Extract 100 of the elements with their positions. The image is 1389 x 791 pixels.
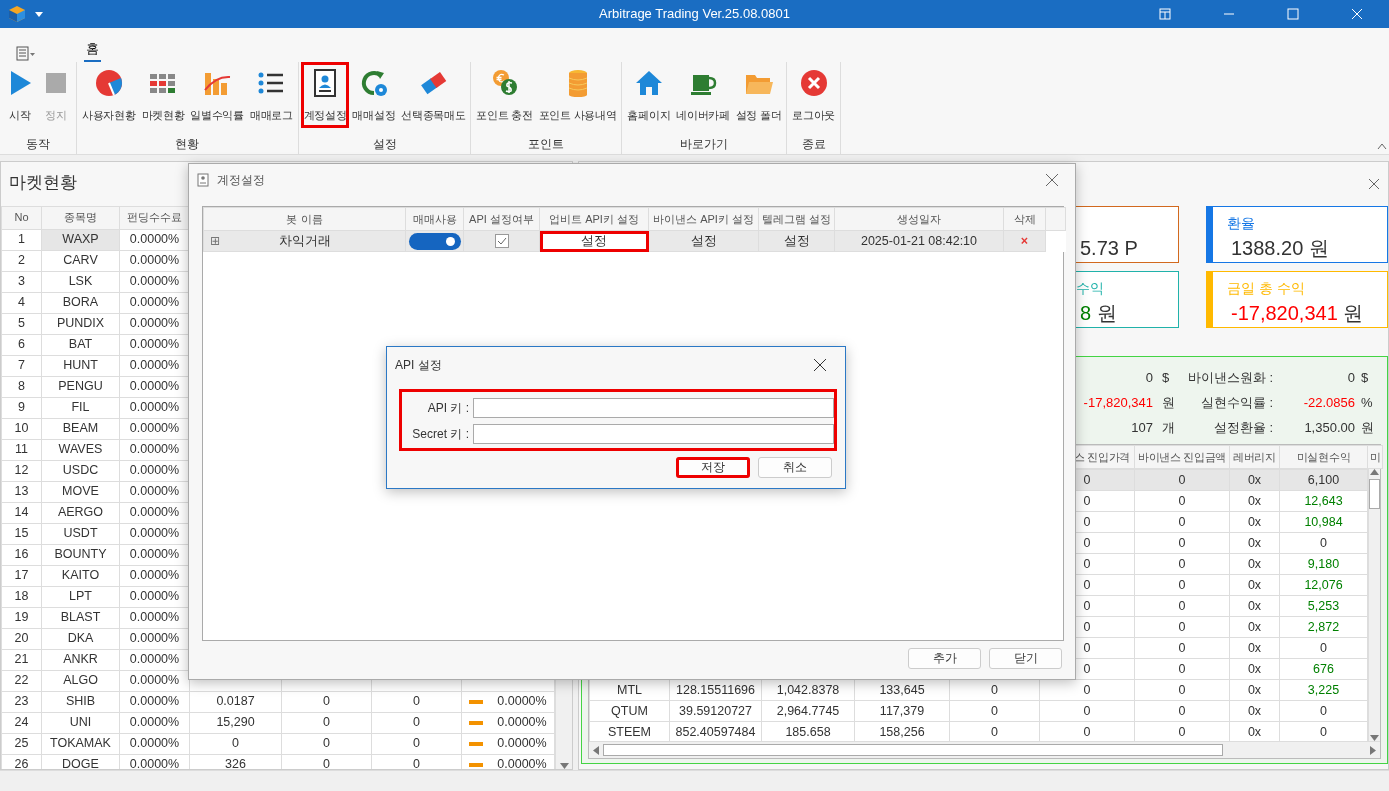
scroll-thumb[interactable] [1369, 479, 1380, 509]
table-cell: 0 [1134, 574, 1230, 596]
ribbon-button[interactable]: 네이버카페 [673, 62, 733, 128]
unit-label: 원 [1361, 418, 1375, 437]
group-label: 현황 [174, 137, 201, 152]
column-header: 생성일자 [834, 207, 1004, 231]
unit-label: 원 [1308, 237, 1329, 259]
table-cell: BOUNTY [41, 544, 120, 565]
table-cell: 18 [1, 586, 42, 607]
group-label: 동작 [25, 137, 51, 152]
table-cell: LPT [41, 586, 120, 607]
checkbox[interactable] [494, 234, 509, 249]
table-cell: 0 [1134, 553, 1230, 575]
close-icon[interactable] [813, 358, 827, 372]
table-cell: 6,100 [1279, 469, 1368, 491]
up-arrow-icon[interactable] [1370, 469, 1379, 475]
ribbon-button[interactable]: 계정설정 [300, 62, 350, 128]
table-cell: QTUM [589, 700, 670, 722]
table-cell: 25 [1, 733, 42, 754]
dialog-button[interactable]: 추가 [908, 648, 981, 669]
horizontal-scrollbar[interactable] [589, 741, 1380, 758]
dialog-button[interactable]: 닫기 [989, 648, 1062, 669]
menu-icon[interactable] [16, 46, 36, 62]
table-cell: 0x [1229, 469, 1280, 491]
dash-icon [469, 741, 484, 746]
summary-value: 107 [1131, 418, 1153, 437]
ribbon-button[interactable]: 설정 폴더 [732, 62, 785, 128]
ribbon-button[interactable]: 사용자현황 [79, 62, 139, 128]
close-icon[interactable] [1349, 6, 1365, 22]
ribbon-button[interactable]: 포인트 사용내역 [535, 62, 620, 128]
unit-label: 원 [1096, 302, 1117, 324]
maximize-icon[interactable] [1285, 6, 1301, 22]
table-cell: LSK [41, 271, 120, 292]
table-cell: 0x [1229, 595, 1280, 617]
ribbon-button[interactable]: 선택종목매도 [398, 62, 469, 128]
input-field[interactable] [473, 424, 834, 444]
summary-label: 설정환율 : [1212, 418, 1273, 437]
column-header: 바이낸스 진입금액 [1134, 445, 1230, 469]
card-value: 5.73 P [1080, 237, 1138, 259]
table-cell: 0 [1134, 532, 1230, 554]
group-label: 설정 [371, 137, 398, 152]
table-cell: 23 [1, 691, 42, 712]
unit-label: $ [1361, 368, 1370, 387]
down-arrow-icon[interactable] [1370, 735, 1379, 741]
table-cell: 2 [1, 250, 42, 271]
toggle-switch[interactable] [408, 232, 461, 250]
summary-value: 0 [1145, 368, 1153, 387]
summary-value: -22.0856 [1302, 393, 1355, 412]
card-title: 환율 [1227, 215, 1255, 231]
collapse-icon[interactable] [1377, 142, 1387, 150]
right-arrow-icon[interactable] [1370, 745, 1376, 755]
expand-button[interactable]: ⊞ [210, 232, 221, 251]
close-icon[interactable] [1045, 173, 1059, 187]
ribbon-button[interactable]: 매매설정 [349, 62, 399, 128]
table-cell: 0x [1229, 679, 1280, 701]
table-cell: KAITO [41, 565, 120, 586]
column-header: 매매사용 [405, 207, 464, 231]
ribbon-button[interactable]: 마켓현황 [138, 62, 188, 128]
dialog-button[interactable]: 저장 [676, 457, 750, 478]
close-icon[interactable] [1368, 178, 1380, 190]
table-cell: 20 [1, 628, 42, 649]
table-cell: 17 [1, 565, 42, 586]
table-cell: 10 [1, 418, 42, 439]
down-arrow-icon[interactable] [559, 763, 569, 769]
unit-label: 개 [1162, 418, 1176, 437]
unit-label: 원 [1343, 302, 1364, 324]
column-header: 레버리지 [1229, 445, 1280, 469]
window-title: Arbitrage Trading Ver.25.08.0801 [599, 5, 790, 24]
ribbon-button[interactable]: 매매로그 [246, 62, 296, 128]
table-cell: 0.0000% [119, 733, 190, 754]
table-cell: 39.59120727 [669, 700, 762, 722]
ribbon-button[interactable]: 시작 [2, 62, 38, 128]
table-cell: 6 [1, 334, 42, 355]
cube-icon[interactable] [8, 5, 26, 23]
table-cell: HUNT [41, 355, 120, 376]
column-header: No [1, 206, 42, 229]
caret-icon[interactable] [34, 10, 44, 18]
dash-icon [469, 720, 484, 725]
left-arrow-icon[interactable] [593, 745, 599, 755]
table-cell: 8 [1, 376, 42, 397]
ribbon-button[interactable]: 포인트 충전 [473, 62, 536, 128]
column-header: 종목명 [41, 206, 120, 229]
scrollbar[interactable] [1368, 469, 1380, 741]
ribbon-button[interactable]: 로그아웃 [789, 62, 839, 128]
dialog-button[interactable]: 취소 [758, 457, 832, 478]
summary-label: 바이낸스원화 : [1186, 368, 1273, 387]
column-header: 바이낸스 API키 설정 [648, 207, 759, 231]
group-label: 종료 [800, 137, 827, 152]
ribbon-tab[interactable]: 홈 [84, 38, 101, 62]
ribbon-button[interactable]: 일별수익률 [187, 62, 247, 128]
card-value: 8 [1080, 302, 1092, 324]
field-label: Secret 키 : [411, 426, 469, 443]
restore-icon[interactable] [1157, 6, 1173, 22]
pie-chart-icon [93, 68, 124, 98]
table-cell: 0.0000% [497, 694, 547, 709]
ribbon-button[interactable]: 홈페이지 [624, 62, 674, 128]
input-field[interactable] [473, 398, 834, 418]
card-title: 금일 총 수익 [1227, 280, 1305, 296]
summary-value: 0 [1346, 368, 1355, 387]
table-cell: 0x [1229, 700, 1280, 722]
